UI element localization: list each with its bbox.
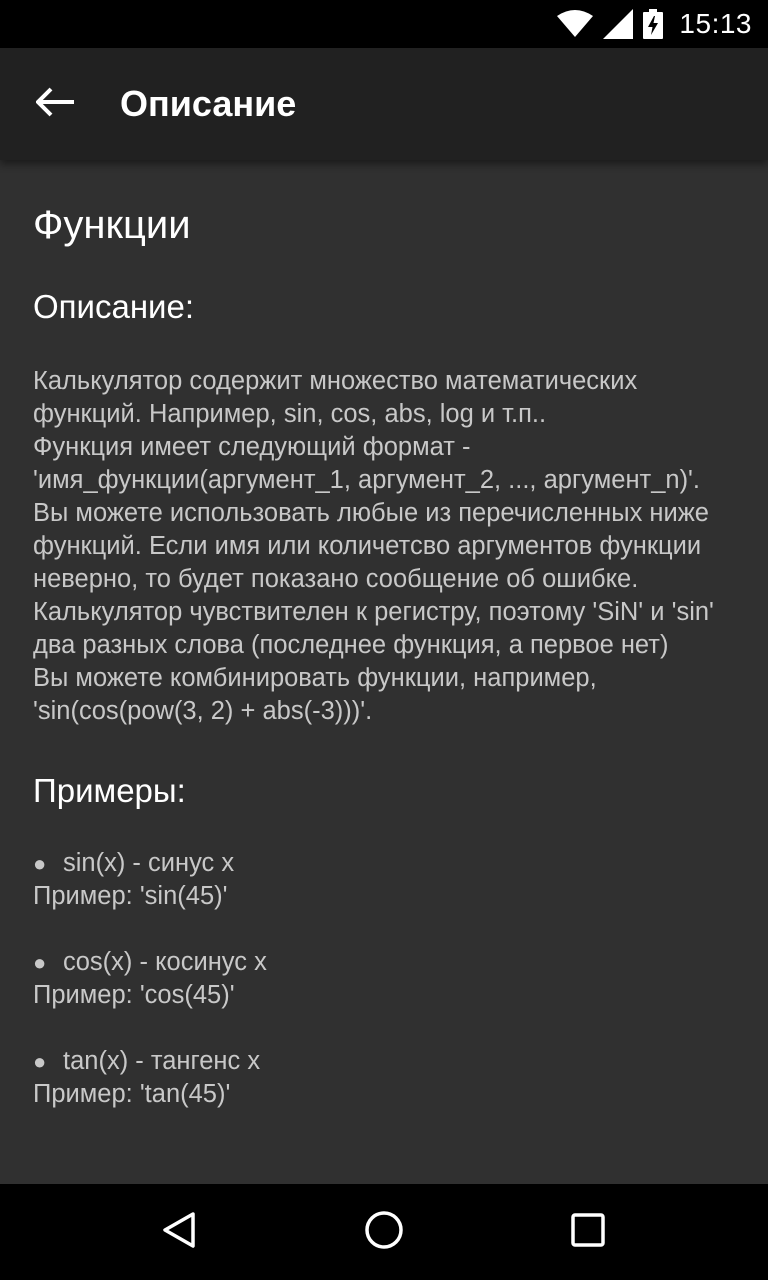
description-text: Калькулятор содержит множество математич…: [33, 365, 736, 728]
status-bar: 15:13: [0, 0, 768, 48]
signal-icon: [603, 9, 634, 39]
function-example: Пример: 'cos(45)': [33, 981, 235, 1009]
description-title: Описание:: [33, 288, 195, 325]
nav-recents-button[interactable]: [552, 1196, 624, 1268]
description-paragraph: Калькулятор содержит множество математич…: [33, 367, 638, 428]
app-bar: Описание: [0, 48, 768, 160]
nav-back-button[interactable]: [144, 1196, 216, 1268]
battery-charging-icon: [643, 9, 664, 39]
examples-list: ● sin(x) - синус x Пример: 'sin(45)' ● c…: [33, 847, 736, 1111]
description-paragraph: Функция имеет следующий формат - 'имя_фу…: [33, 433, 701, 494]
function-name: sin(x) - синус x: [63, 849, 235, 877]
description-paragraph: Вы можете использовать любые из перечисл…: [33, 499, 709, 593]
arrow-left-icon: [35, 87, 76, 122]
bullet-icon: ●: [33, 1049, 47, 1074]
examples-title: Примеры:: [33, 772, 186, 809]
function-example: Пример: 'tan(45)': [33, 1080, 231, 1108]
bullet-icon: ●: [33, 950, 47, 975]
wifi-icon: [557, 10, 594, 38]
recents-square-icon: [569, 1211, 607, 1254]
screen: 15:13 Описание Функции Описание: Калькул…: [0, 0, 768, 1280]
nav-home-button[interactable]: [348, 1196, 420, 1268]
example-item: ● cos(x) - косинус x Пример: 'cos(45)': [33, 946, 736, 1012]
function-example: Пример: 'sin(45)': [33, 882, 228, 910]
navigation-bar: [0, 1184, 768, 1280]
example-item: ● sin(x) - синус x Пример: 'sin(45)': [33, 847, 736, 913]
bullet-icon: ●: [33, 851, 47, 876]
example-item: ● tan(x) - тангенс x Пример: 'tan(45)': [33, 1045, 736, 1111]
status-time: 15:13: [679, 8, 752, 39]
function-name: cos(x) - косинус x: [63, 948, 267, 976]
back-button[interactable]: [0, 48, 112, 160]
description-paragraph: Калькулятор чувствителен к регистру, поэ…: [33, 598, 714, 659]
section-title: Функции: [33, 203, 191, 247]
app-title: Описание: [120, 83, 297, 124]
home-circle-icon: [363, 1209, 405, 1256]
description-paragraph: Вы можете комбинировать функции, наприме…: [33, 664, 597, 725]
content-scroll-area[interactable]: Функции Описание: Калькулятор содержит м…: [0, 160, 768, 1184]
back-triangle-icon: [160, 1210, 200, 1255]
function-name: tan(x) - тангенс x: [63, 1047, 261, 1075]
